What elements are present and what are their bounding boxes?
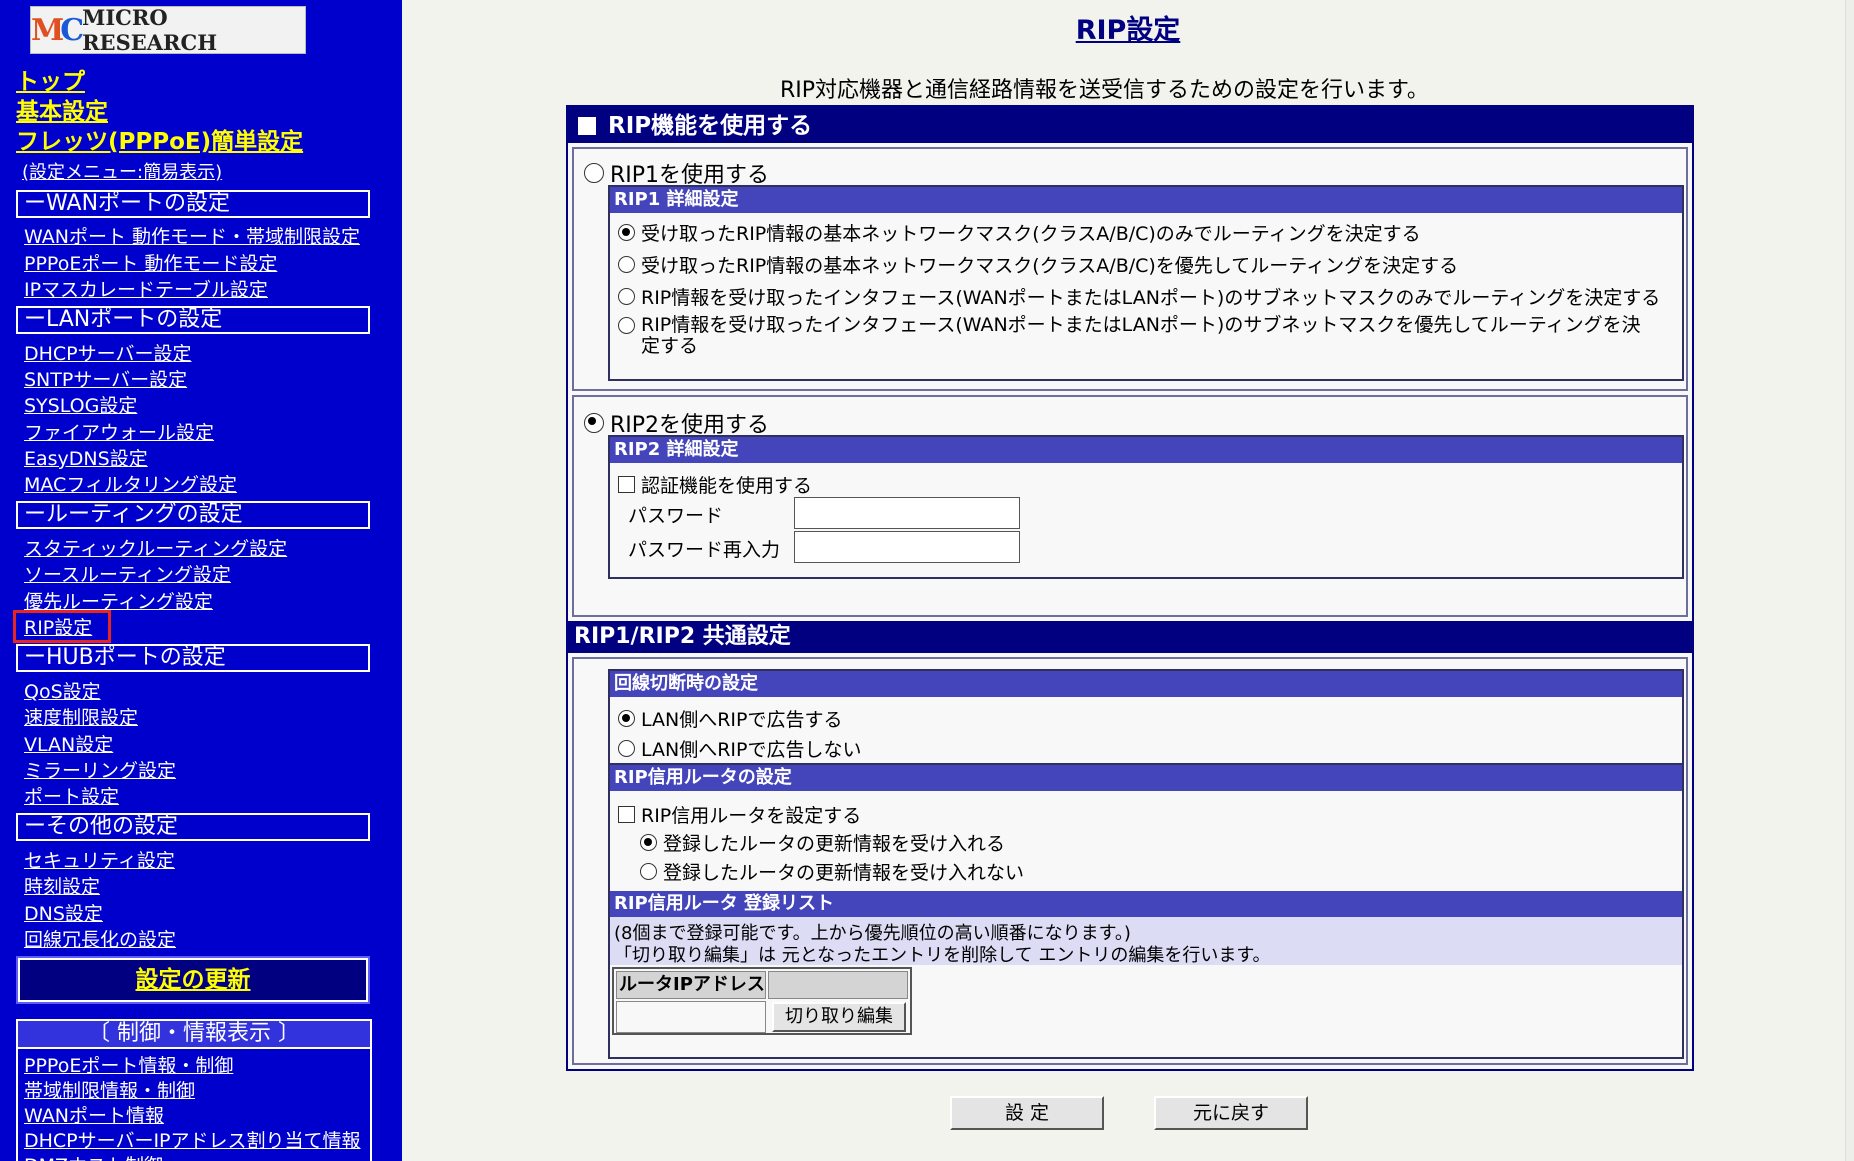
nav-wan-mode[interactable]: WANポート 動作モード・帯域制限設定	[24, 222, 360, 249]
sidebar: MC MICRO RESEARCH トップ 基本設定 フレッツ(PPPoE)簡単…	[0, 0, 402, 1161]
nav-basic-settings[interactable]: 基本設定	[16, 92, 108, 126]
rip1-option-3: RIP情報を受け取ったインタフェース(WANポートまたはLANポート)のサブネッ…	[618, 283, 1660, 310]
trusted-router-header: RIP信用ルータの設定	[610, 765, 1682, 791]
trusted-option-1: 登録したルータの更新情報を受け入れる	[640, 829, 1005, 856]
nav-security[interactable]: セキュリティ設定	[24, 846, 175, 873]
rip-enable-bar: RIP機能を使用する	[568, 107, 1692, 143]
micro-research-logo[interactable]: MC MICRO RESEARCH	[30, 5, 306, 55]
control-info-header: 〔 制御・情報表示 〕	[16, 1019, 372, 1049]
rip-enable-label: RIP機能を使用する	[608, 112, 813, 139]
nav-qos[interactable]: QoS設定	[24, 677, 101, 704]
section-hub-header: ーHUBポートの設定	[16, 644, 370, 672]
page-description: RIP対応機器と通信経路情報を送受信するための設定を行います。	[780, 78, 1429, 103]
rip-settings-panel: RIP機能を使用する RIP1を使用する RIP1 詳細設定 受け取ったRIP情…	[566, 105, 1694, 1071]
nav-mac-filter[interactable]: MACフィルタリング設定	[24, 470, 237, 497]
disconnect-box: 回線切断時の設定 LAN側へRIPで広告する LAN側へRIPで広告しない	[608, 669, 1684, 767]
rip1-option-3-radio[interactable]	[618, 288, 635, 305]
auth-row: 認証機能を使用する	[618, 471, 812, 498]
trusted-list-note-2: 「切り取り編集」は 元となったエントリを削除して エントリの編集を行います。	[614, 945, 1271, 966]
password-input[interactable]	[794, 497, 1020, 529]
col-action-header	[768, 971, 908, 999]
current-page-highlight	[13, 610, 111, 643]
common-box: 回線切断時の設定 LAN側へRIPで広告する LAN側へRIPで広告しない RI…	[572, 657, 1688, 1065]
rip1-detail-box: RIP1 詳細設定 受け取ったRIP情報の基本ネットワークマスク(クラスA/B/…	[608, 185, 1684, 381]
cut-edit-button[interactable]: 切り取り編集	[772, 1002, 906, 1032]
reset-button[interactable]: 元に戻す	[1154, 1096, 1308, 1130]
nav-sntp-server[interactable]: SNTPサーバー設定	[24, 365, 187, 392]
password-label: パスワード	[628, 505, 724, 527]
trusted-option-2: 登録したルータの更新情報を受け入れない	[640, 858, 1024, 885]
rip1-option-1-radio[interactable]	[618, 224, 635, 241]
nav-firewall[interactable]: ファイアウォール設定	[24, 418, 214, 445]
trusted-router-table: ルータIPアドレス 切り取り編集	[612, 967, 912, 1035]
menu-mode-toggle[interactable]: (設定メニュー:簡易表示)	[22, 158, 222, 184]
trusted-option-1-radio[interactable]	[640, 834, 657, 851]
rip2-detail-header: RIP2 詳細設定	[610, 437, 1682, 463]
nav-pppoe-info[interactable]: PPPoEポート情報・制御	[24, 1051, 233, 1078]
disconnect-option-2: LAN側へRIPで広告しない	[618, 735, 862, 762]
router-ip-cell	[616, 1001, 766, 1033]
rip1-radio[interactable]	[584, 163, 604, 183]
rip2-radio[interactable]	[584, 413, 604, 433]
disconnect-option-2-radio[interactable]	[618, 740, 635, 757]
rip1-option-2: 受け取ったRIP情報の基本ネットワークマスク(クラスA/B/C)を優先してルーテ…	[618, 251, 1458, 278]
trusted-option-2-radio[interactable]	[640, 863, 657, 880]
nav-dns[interactable]: DNS設定	[24, 899, 103, 926]
password-confirm-input[interactable]	[794, 531, 1020, 563]
nav-rate-limit[interactable]: 速度制限設定	[24, 703, 138, 730]
nav-top[interactable]: トップ	[16, 62, 85, 96]
nav-wan-info[interactable]: WANポート情報	[24, 1101, 164, 1128]
common-settings-header: RIP1/RIP2 共通設定	[568, 621, 1692, 653]
update-settings-button[interactable]: 設定の更新	[16, 956, 370, 1004]
scrollbar-edge[interactable]	[1845, 0, 1854, 1161]
nav-easydns[interactable]: EasyDNS設定	[24, 444, 148, 471]
section-other-header: ーその他の設定	[16, 813, 370, 841]
rip1-detail-header: RIP1 詳細設定	[610, 187, 1682, 213]
rip2-box: RIP2を使用する RIP2 詳細設定 認証機能を使用する パスワード パスワー…	[572, 395, 1688, 617]
nav-vlan[interactable]: VLAN設定	[24, 730, 113, 757]
nav-ip-masquerade[interactable]: IPマスカレードテーブル設定	[24, 275, 268, 302]
nav-dhcp-lease-info[interactable]: DHCPサーバーIPアドレス割り当て情報	[24, 1126, 361, 1153]
nav-syslog[interactable]: SYSLOG設定	[24, 391, 137, 418]
rip1-option-4-radio[interactable]	[618, 317, 635, 334]
mr-logo-icon: MC	[31, 12, 84, 48]
rip-enable-checkbox[interactable]	[578, 116, 596, 135]
password-confirm-label: パスワード再入力	[628, 539, 781, 561]
page-title: RIP設定	[1075, 15, 1181, 46]
nav-dmz-control[interactable]: DMZホスト制御	[24, 1151, 163, 1161]
nav-time[interactable]: 時刻設定	[24, 872, 100, 899]
auth-checkbox[interactable]	[618, 476, 635, 493]
submit-button[interactable]: 設 定	[950, 1096, 1104, 1130]
nav-source-routing[interactable]: ソースルーティング設定	[24, 560, 231, 587]
trusted-router-checkbox[interactable]	[618, 806, 635, 823]
nav-pppoe-mode[interactable]: PPPoEポート 動作モード設定	[24, 249, 277, 276]
nav-line-redundancy[interactable]: 回線冗長化の設定	[24, 925, 176, 952]
rip2-detail-box: RIP2 詳細設定 認証機能を使用する パスワード パスワード再入力	[608, 435, 1684, 579]
nav-static-routing[interactable]: スタティックルーティング設定	[24, 534, 287, 561]
col-router-ip-header: ルータIPアドレス	[616, 971, 766, 999]
disconnect-header: 回線切断時の設定	[610, 671, 1682, 697]
section-wan-header: ーWANポートの設定	[16, 190, 370, 218]
section-lan-header: ーLANポートの設定	[16, 306, 370, 334]
section-routing-header: ールーティングの設定	[16, 501, 370, 529]
rip1-box: RIP1を使用する RIP1 詳細設定 受け取ったRIP情報の基本ネットワークマ…	[572, 147, 1688, 391]
trusted-list-note: (8個まで登録可能です。上から優先順位の高い順番になります。) 「切り取り編集」…	[610, 917, 1682, 966]
disconnect-option-1-radio[interactable]	[618, 710, 635, 727]
nav-flets-easy-setup[interactable]: フレッツ(PPPoE)簡単設定	[16, 122, 303, 156]
trusted-list-header: RIP信用ルータ 登録リスト	[610, 891, 1682, 917]
nav-dhcp-server[interactable]: DHCPサーバー設定	[24, 339, 191, 366]
nav-port[interactable]: ポート設定	[24, 782, 119, 809]
main-content: RIP設定 RIP対応機器と通信経路情報を送受信するための設定を行います。 RI…	[402, 0, 1854, 1161]
trusted-router-check-row: RIP信用ルータを設定する	[618, 801, 861, 828]
rip1-option-1: 受け取ったRIP情報の基本ネットワークマスク(クラスA/B/C)のみでルーティン…	[618, 219, 1421, 246]
nav-mirroring[interactable]: ミラーリング設定	[24, 756, 176, 783]
trusted-router-box: RIP信用ルータの設定 RIP信用ルータを設定する 登録したルータの更新情報を受…	[608, 763, 1684, 1059]
rip1-option-4: RIP情報を受け取ったインタフェース(WANポートまたはLANポート)のサブネッ…	[618, 315, 1658, 357]
disconnect-option-1: LAN側へRIPで広告する	[618, 705, 843, 732]
nav-bandwidth-info[interactable]: 帯域制限情報・制御	[24, 1076, 195, 1103]
rip1-option-2-radio[interactable]	[618, 256, 635, 273]
